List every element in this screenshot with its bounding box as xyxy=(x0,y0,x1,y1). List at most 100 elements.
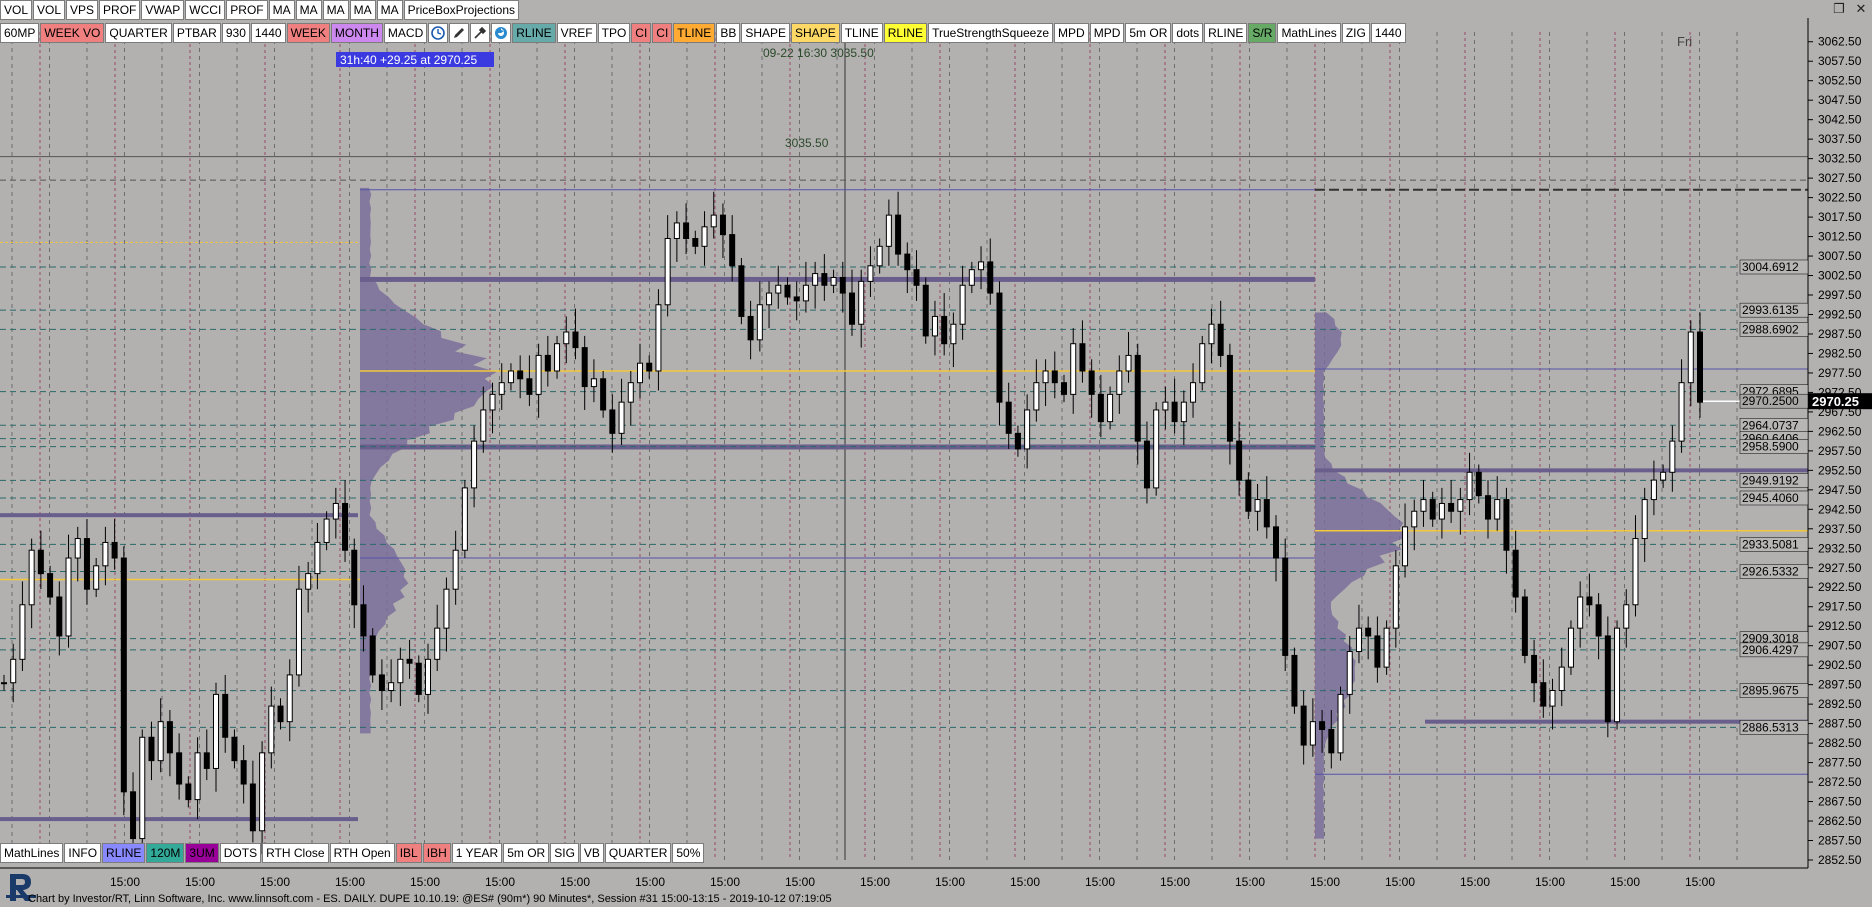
close-window-icon[interactable]: ✕ xyxy=(1850,0,1872,18)
toolbar-button-tline[interactable]: TLINE xyxy=(673,23,716,43)
toolbar-button-dots[interactable]: DOTS xyxy=(219,843,262,863)
indicator-button-vol[interactable]: VOL xyxy=(0,0,33,20)
toolbar-button-60mp[interactable]: 60MP xyxy=(0,23,40,43)
indicator-button-wcci[interactable]: WCCI xyxy=(185,0,226,20)
indicator-button-ma[interactable]: MA xyxy=(322,0,349,20)
toolbar-button-truestrengthsqueeze[interactable]: TrueStrengthSqueeze xyxy=(928,23,1054,43)
candle-body xyxy=(1595,604,1602,637)
candle-body xyxy=(498,382,505,395)
indicator-button-ma[interactable]: MA xyxy=(349,0,376,20)
time-axis: 15:00 15:00 15:00 15:00 15:00 15:00 15:00 15:00… xyxy=(0,867,1872,892)
toolbar-button-mathlines[interactable]: MathLines xyxy=(0,843,64,863)
toolbar-button-month[interactable]: MONTH xyxy=(330,23,383,43)
candle-body xyxy=(1282,557,1289,656)
toolbar-button-shape[interactable]: SHAPE xyxy=(741,23,791,43)
indicator-button-ma[interactable]: MA xyxy=(376,0,403,20)
candle-body xyxy=(996,292,1003,403)
indicator-button-priceboxprojections[interactable]: PriceBoxProjections xyxy=(403,0,520,20)
toolbar-button-vref[interactable]: VREF xyxy=(556,23,597,43)
toolbar-button-1440[interactable]: 1440 xyxy=(1370,23,1406,43)
candle-body xyxy=(544,354,551,372)
toolbar-button-dots[interactable]: dots xyxy=(1172,23,1204,43)
toolbar-button-quarter[interactable]: QUARTER xyxy=(105,23,172,43)
toolbar-button-sig[interactable]: SIG xyxy=(550,843,579,863)
indicator-button-vps[interactable]: VPS xyxy=(66,0,99,20)
chart-canvas[interactable]: 3062.50 3057.50 3052.50 3047.50 3042.50 3037.… xyxy=(0,0,1872,907)
indicator-button-prof[interactable]: PROF xyxy=(226,0,268,20)
price-tick-label: 2912.50 xyxy=(1818,619,1862,633)
toolbar-button-quarter[interactable]: QUARTER xyxy=(604,843,672,863)
time-axis-label: 15:00 xyxy=(560,875,590,889)
pencil-icon[interactable] xyxy=(449,23,470,43)
clock-icon[interactable] xyxy=(428,23,449,43)
indicator-button-vwap[interactable]: VWAP xyxy=(141,0,185,20)
level-label: 2926.5332 xyxy=(1742,565,1799,579)
toolbar-button-rline[interactable]: RLINE xyxy=(102,843,146,863)
price-tick-label: 2892.50 xyxy=(1818,697,1862,711)
candle-body xyxy=(664,238,671,306)
toolbar-button-ibh[interactable]: IBH xyxy=(422,843,451,863)
candle-body xyxy=(194,752,201,801)
candle-body xyxy=(1521,596,1528,656)
toolbar-button-bb[interactable]: BB xyxy=(716,23,741,43)
toolbar-button-s-r[interactable]: S/R xyxy=(1248,23,1277,43)
toolbar-button-tline[interactable]: TLINE xyxy=(840,23,883,43)
candle-body xyxy=(1420,499,1427,512)
candle-body xyxy=(471,440,478,489)
candle-body xyxy=(913,269,920,286)
toolbar-button-shape[interactable]: SHAPE xyxy=(791,23,840,43)
candle-body xyxy=(166,721,173,754)
candle-body xyxy=(1567,627,1574,668)
candle-body xyxy=(1162,401,1169,411)
candle-body xyxy=(1669,440,1676,473)
candle-body xyxy=(950,323,957,345)
toolbar-button-rline[interactable]: RLINE xyxy=(1204,23,1248,43)
candle-body xyxy=(1549,690,1556,707)
refresh-icon[interactable] xyxy=(491,23,512,43)
toolbar-button-50-[interactable]: 50% xyxy=(672,843,705,863)
candle-body xyxy=(93,565,100,590)
toolbar-button-5m-or[interactable]: 5m OR xyxy=(1125,23,1172,43)
toolbar-button-rline[interactable]: RLINE xyxy=(512,23,556,43)
toolbar-button-5m-or[interactable]: 5m OR xyxy=(503,843,550,863)
toolbar-button-ci[interactable]: CI xyxy=(631,23,652,43)
toolbar-button-ibl[interactable]: IBL xyxy=(395,843,422,863)
toolbar-button-week[interactable]: WEEK xyxy=(286,23,330,43)
toolbar-button-mpd[interactable]: MPD xyxy=(1089,23,1125,43)
indicator-button-ma[interactable]: MA xyxy=(295,0,322,20)
indicator-button-vol[interactable]: VOL xyxy=(33,0,66,20)
toolbar-button-mathlines[interactable]: MathLines xyxy=(1277,23,1341,43)
toolbar-button-rth-close[interactable]: RTH Close xyxy=(262,843,329,863)
toolbar-button-macd[interactable]: MACD xyxy=(383,23,428,43)
toolbar-button-1-year[interactable]: 1 YEAR xyxy=(451,843,503,863)
toolbar-button-1440[interactable]: 1440 xyxy=(250,23,286,43)
toolbar-button-zig[interactable]: ZIG xyxy=(1341,23,1370,43)
session-high-label: 3035.50 xyxy=(785,136,829,150)
candle-body xyxy=(1494,499,1501,520)
indicator-button-prof[interactable]: PROF xyxy=(99,0,141,20)
candle-body xyxy=(563,331,570,345)
toolbar-button-tpo[interactable]: TPO xyxy=(597,23,631,43)
restore-window-icon[interactable]: ❐ xyxy=(1828,0,1850,18)
candle-body xyxy=(388,682,395,692)
level-label: 2970.2500 xyxy=(1742,394,1799,408)
candle-body xyxy=(1485,495,1491,520)
indicator-toolbar-top: VOL VOL VPS PROF VWAP WCCI PROF MA MA MA MA MA Price… xyxy=(0,0,520,20)
toolbar-button-3um[interactable]: 3UM xyxy=(185,843,219,863)
toolbar-button-rline[interactable]: RLINE xyxy=(883,23,928,43)
toolbar-button-120m[interactable]: 120M xyxy=(146,843,185,863)
candle-body xyxy=(277,705,284,723)
toolbar-button-ptbar[interactable]: PTBAR xyxy=(172,23,221,43)
time-axis-label: 15:00 xyxy=(1685,875,1715,889)
toolbar-button-week-vo[interactable]: WEEK VO xyxy=(40,23,105,43)
toolbar-button-ci[interactable]: CI xyxy=(652,23,673,43)
toolbar-button-rth-open[interactable]: RTH Open xyxy=(329,843,395,863)
indicator-button-ma[interactable]: MA xyxy=(268,0,295,20)
toolbar-button-930[interactable]: 930 xyxy=(221,23,250,43)
toolbar-button-mpd[interactable]: MPD xyxy=(1054,23,1089,43)
candle-body xyxy=(1024,409,1031,450)
eyedropper-icon[interactable] xyxy=(470,23,491,43)
toolbar-button-vb[interactable]: VB xyxy=(579,843,604,863)
candle-body xyxy=(904,253,911,271)
toolbar-button-info[interactable]: INFO xyxy=(64,843,102,863)
